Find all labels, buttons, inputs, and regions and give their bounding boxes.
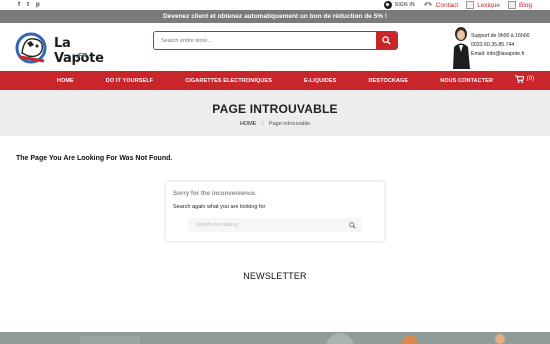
breadcrumb-home[interactable]: HOME: [240, 121, 257, 127]
blog-icon: [507, 1, 516, 9]
search-bar: [153, 31, 398, 50]
blog-label: Blog: [518, 1, 532, 9]
lexique-label: Lexique: [477, 1, 500, 9]
search-again-card: Sorry for the inconvenience. Search agai…: [166, 182, 384, 241]
user-icon: [383, 1, 392, 9]
contact-link[interactable]: Contact: [423, 1, 458, 9]
support-hours: Support de 9h00 à 16h00: [471, 33, 530, 39]
book-icon: [466, 1, 475, 9]
promo-text: Devenez client et obtenez automatiquemen…: [163, 13, 387, 20]
sorry-text: Sorry for the inconvenience.: [173, 190, 257, 197]
newsletter-title: NEWSLETTER: [243, 271, 307, 281]
promo-banner: Devenez client et obtenez automatiquemen…: [0, 10, 550, 23]
contact-label: Contact: [435, 1, 459, 9]
support-phone: 0033.60.35.85.744: [471, 42, 515, 48]
social-links: f t p: [18, 2, 40, 8]
pinterest-icon[interactable]: p: [36, 2, 40, 8]
breadcrumb-separator: /: [261, 121, 264, 127]
support-agent-image: [453, 27, 470, 69]
nav-item-eliquides[interactable]: E-LIQUIDES: [288, 78, 352, 84]
twitter-icon[interactable]: t: [27, 2, 29, 8]
logo-mark-icon: [15, 32, 47, 64]
main-content: The Page You Are Looking For Was Not Fou…: [0, 136, 550, 311]
not-found-heading: The Page You Are Looking For Was Not Fou…: [16, 155, 173, 162]
nav-item-cigarettes[interactable]: CIGARETTES ELECTRONIQUES: [169, 78, 288, 84]
cart-button[interactable]: (0): [514, 75, 534, 83]
top-links: SIGN IN Contact Lexique Blog: [383, 1, 532, 9]
top-bar: f t p SIGN IN Contact Lexique Blog: [0, 0, 550, 10]
search-again-text: Search again what you are looking for: [173, 204, 266, 210]
search-icon: [382, 36, 391, 45]
logo-text: La Vapote: [54, 36, 104, 66]
breadcrumb-current: Page introuvable: [268, 121, 311, 127]
main-nav: HOME DO IT YOURSELF CIGARETTES ELECTRONI…: [0, 71, 550, 90]
site-logo[interactable]: La Vapote .FR: [14, 28, 114, 66]
sign-in-label: SIGN IN: [394, 2, 415, 8]
search-input[interactable]: [154, 32, 376, 49]
cart-icon: [514, 75, 524, 83]
nav-item-destockage[interactable]: DESTOCKAGE: [352, 78, 424, 84]
search-button[interactable]: [376, 32, 397, 49]
nav-item-contact[interactable]: NOUS CONTACTER: [424, 78, 509, 84]
cart-count: (0): [526, 76, 534, 82]
footer-background: [0, 332, 550, 344]
blog-link[interactable]: Blog: [507, 1, 532, 9]
nav-item-diy[interactable]: DO IT YOURSELF: [90, 78, 169, 84]
search-icon[interactable]: [349, 221, 356, 229]
site-header: La Vapote .FR Support de 9h00 à 16h00 00…: [0, 23, 550, 71]
sign-in-link[interactable]: SIGN IN: [383, 1, 415, 9]
logo-subtext: .FR: [76, 53, 88, 60]
lexique-link[interactable]: Lexique: [466, 1, 500, 9]
catalog-search-placeholder: Search our catalog: [196, 222, 238, 228]
support-info: Support de 9h00 à 16h00 0033.60.35.85.74…: [471, 32, 530, 59]
support-block: Support de 9h00 à 16h00 0033.60.35.85.74…: [450, 25, 546, 69]
catalog-search-field[interactable]: Search our catalog: [188, 218, 362, 232]
footer-decor-image: [0, 333, 550, 344]
nav-item-home[interactable]: HOME: [41, 78, 90, 84]
facebook-icon[interactable]: f: [18, 2, 20, 8]
support-email: Email: info@lavapote.fr: [471, 51, 525, 57]
breadcrumb: HOME / Page introuvable: [0, 121, 550, 127]
page-title: PAGE INTROUVABLE: [212, 102, 338, 116]
page-title-banner: PAGE INTROUVABLE HOME / Page introuvable: [0, 90, 550, 136]
phone-icon: [423, 2, 432, 6]
